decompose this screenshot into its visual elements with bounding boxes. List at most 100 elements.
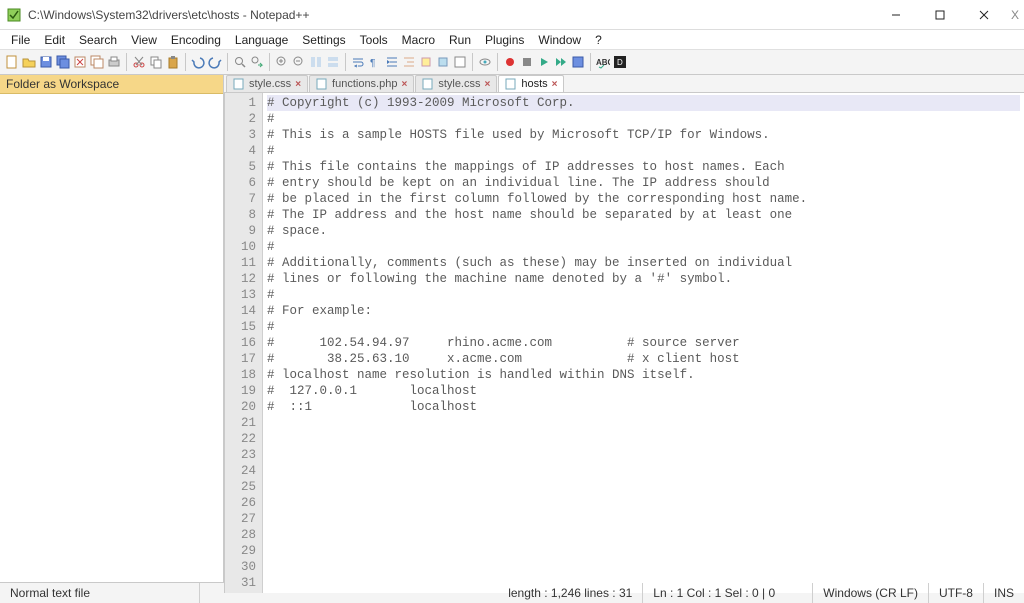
code-line[interactable]: # — [267, 240, 275, 254]
code-line[interactable]: # This file contains the mappings of IP … — [267, 160, 785, 174]
maximize-button[interactable] — [918, 0, 962, 30]
minimize-button[interactable] — [874, 0, 918, 30]
menu-window[interactable]: Window — [531, 31, 588, 49]
sync-h-icon[interactable] — [325, 54, 341, 70]
play-icon[interactable] — [536, 54, 552, 70]
tab-close-icon[interactable]: × — [295, 79, 301, 90]
tab-close-icon[interactable]: × — [552, 79, 558, 90]
sidebar-title[interactable]: Folder as Workspace — [0, 75, 223, 94]
sync-v-icon[interactable] — [308, 54, 324, 70]
close-icon[interactable] — [72, 54, 88, 70]
code-line[interactable]: # ::1 localhost — [267, 400, 477, 414]
menu-run[interactable]: Run — [442, 31, 478, 49]
menu-encoding[interactable]: Encoding — [164, 31, 228, 49]
menu-view[interactable]: View — [124, 31, 164, 49]
code-area[interactable]: # Copyright (c) 1993-2009 Microsoft Corp… — [263, 93, 1024, 593]
menu-language[interactable]: Language — [228, 31, 295, 49]
hidden-chars-icon[interactable] — [452, 54, 468, 70]
line-gutter: 1234567891011121314151617181920212223242… — [225, 93, 263, 593]
code-line[interactable]: # — [267, 288, 275, 302]
code-line[interactable]: # Additionally, comments (such as these)… — [267, 256, 792, 270]
save-all-icon[interactable] — [55, 54, 71, 70]
file-icon — [422, 78, 434, 90]
tab-style-css-2[interactable]: style.css × — [415, 75, 497, 92]
tab-hosts[interactable]: hosts × — [498, 75, 564, 92]
paste-icon[interactable] — [165, 54, 181, 70]
find-icon[interactable] — [232, 54, 248, 70]
spellcheck-icon[interactable]: ABC — [595, 54, 611, 70]
tabbar: style.css × functions.php × style.css × … — [224, 75, 1024, 93]
toolbar-separator — [227, 53, 228, 71]
code-line[interactable]: # Copyright (c) 1993-2009 Microsoft Corp… — [267, 95, 1020, 111]
replace-icon[interactable] — [249, 54, 265, 70]
code-line[interactable]: # For example: — [267, 304, 372, 318]
menu-plugins[interactable]: Plugins — [478, 31, 531, 49]
tab-close-icon[interactable]: × — [485, 79, 491, 90]
show-all-icon[interactable]: ¶ — [367, 54, 383, 70]
play-multi-icon[interactable] — [553, 54, 569, 70]
code-line[interactable]: # 127.0.0.1 localhost — [267, 384, 477, 398]
tab-close-icon[interactable]: × — [401, 79, 407, 90]
code-line[interactable]: # This is a sample HOSTS file used by Mi… — [267, 128, 770, 142]
stop-icon[interactable] — [519, 54, 535, 70]
menu-macro[interactable]: Macro — [395, 31, 442, 49]
code-line[interactable]: # space. — [267, 224, 327, 238]
code-line[interactable]: # localhost name resolution is handled w… — [267, 368, 695, 382]
tab-functions-php[interactable]: functions.php × — [309, 75, 414, 92]
zoom-in-icon[interactable] — [274, 54, 290, 70]
svg-text:D: D — [617, 58, 623, 67]
eye-icon[interactable] — [477, 54, 493, 70]
sidebar-body[interactable] — [0, 94, 223, 582]
window-controls — [874, 0, 1006, 30]
open-icon[interactable] — [21, 54, 37, 70]
editor[interactable]: 1234567891011121314151617181920212223242… — [224, 93, 1024, 593]
print-icon[interactable] — [106, 54, 122, 70]
notepadpp-icon — [6, 7, 22, 23]
status-eol[interactable]: Windows (CR LF) — [813, 583, 929, 603]
code-line[interactable]: # — [267, 144, 275, 158]
indent-icon[interactable] — [384, 54, 400, 70]
tab-label: functions.php — [332, 78, 397, 90]
outdent-icon[interactable] — [401, 54, 417, 70]
code-line[interactable]: # be placed in the first column followed… — [267, 192, 807, 206]
status-ins[interactable]: INS — [984, 583, 1024, 603]
zoom-out-icon[interactable] — [291, 54, 307, 70]
new-icon[interactable] — [4, 54, 20, 70]
undo-icon[interactable] — [190, 54, 206, 70]
code-line[interactable]: # 102.54.94.97 rhino.acme.com # source s… — [267, 336, 740, 350]
titlebar: C:\Windows\System32\drivers\etc\hosts - … — [0, 0, 1024, 30]
unfold-icon[interactable] — [435, 54, 451, 70]
status-pos: Ln : 1 Col : 1 Sel : 0 | 0 — [643, 583, 813, 603]
toolbar-separator — [497, 53, 498, 71]
code-line[interactable]: # — [267, 320, 275, 334]
status-encoding[interactable]: UTF-8 — [929, 583, 984, 603]
menu-file[interactable]: File — [4, 31, 37, 49]
close-button[interactable] — [962, 0, 1006, 30]
sidebar: Folder as Workspace — [0, 75, 224, 582]
code-line[interactable]: # 38.25.63.10 x.acme.com # x client host — [267, 352, 740, 366]
code-line[interactable]: # lines or following the machine name de… — [267, 272, 732, 286]
copy-icon[interactable] — [148, 54, 164, 70]
menu-settings[interactable]: Settings — [295, 31, 352, 49]
close-all-icon[interactable] — [89, 54, 105, 70]
fold-icon[interactable] — [418, 54, 434, 70]
save-macro-icon[interactable] — [570, 54, 586, 70]
code-line[interactable]: # — [267, 112, 275, 126]
wordwrap-icon[interactable] — [350, 54, 366, 70]
code-line[interactable]: # entry should be kept on an individual … — [267, 176, 770, 190]
record-icon[interactable] — [502, 54, 518, 70]
menu-tools[interactable]: Tools — [353, 31, 395, 49]
tab-label: hosts — [521, 78, 547, 90]
menu-search[interactable]: Search — [72, 31, 124, 49]
doc-switch-icon[interactable]: D — [612, 54, 628, 70]
code-line[interactable]: # The IP address and the host name shoul… — [267, 208, 792, 222]
file-icon — [233, 78, 245, 90]
tab-style-css-1[interactable]: style.css × — [226, 75, 308, 92]
menu-help[interactable]: ? — [588, 31, 609, 49]
cut-icon[interactable] — [131, 54, 147, 70]
menu-edit[interactable]: Edit — [37, 31, 72, 49]
tab-label: style.css — [249, 78, 291, 90]
redo-icon[interactable] — [207, 54, 223, 70]
file-icon — [316, 78, 328, 90]
save-icon[interactable] — [38, 54, 54, 70]
